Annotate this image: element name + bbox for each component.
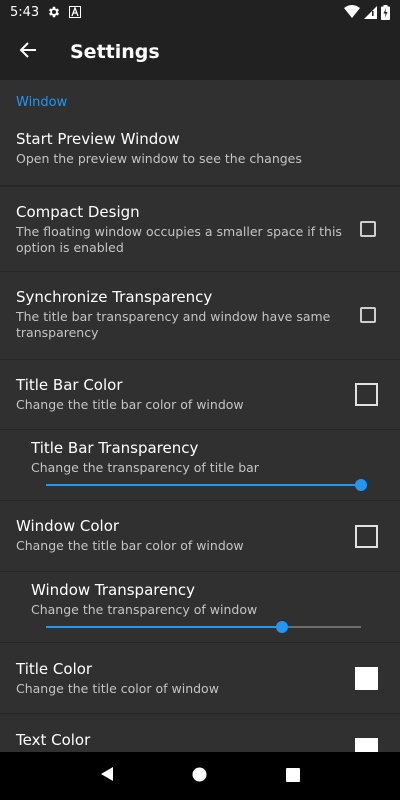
- settings-gear-icon: [47, 5, 61, 19]
- wifi-icon: [344, 5, 360, 19]
- pref-summary-line1: The floating window occupies a smaller s…: [16, 224, 342, 239]
- font-a-icon: [69, 6, 82, 18]
- window-color-swatch[interactable]: [355, 525, 378, 548]
- pref-summary-line2: option is enabled: [16, 240, 124, 255]
- pref-summary: Open the preview window to see the chang…: [16, 151, 302, 166]
- nav-back-button[interactable]: [83, 752, 131, 800]
- text-color-swatch[interactable]: [355, 738, 378, 752]
- triangle-back-icon: [100, 766, 114, 786]
- nav-home-button[interactable]: [176, 752, 224, 800]
- pref-window-transparency[interactable]: Window Transparency Change the transpare…: [0, 572, 400, 643]
- compact-design-checkbox[interactable]: [360, 221, 376, 237]
- pref-title: Window Transparency: [31, 581, 195, 599]
- pref-title: Start Preview Window: [16, 130, 180, 148]
- pref-summary: Change the title bar color of window: [16, 538, 244, 553]
- pref-start-preview-window[interactable]: Start Preview Window Open the preview wi…: [0, 124, 400, 186]
- pref-summary: Change the transparency of title bar: [31, 460, 259, 475]
- pref-window-color[interactable]: Window Color Change the title bar color …: [0, 501, 400, 572]
- status-time: 5:43: [10, 4, 40, 20]
- pref-title-bar-color[interactable]: Title Bar Color Change the title bar col…: [0, 360, 400, 430]
- battery-charging-icon: [381, 4, 390, 20]
- circle-home-icon: [192, 767, 207, 786]
- pref-text-color[interactable]: Text Color: [0, 714, 400, 752]
- status-bar: 5:43: [0, 0, 400, 24]
- square-recents-icon: [286, 767, 301, 786]
- category-header-window: Window: [16, 95, 68, 110]
- pref-title: Compact Design: [16, 203, 140, 221]
- pref-title: Title Color: [16, 660, 93, 678]
- arrow-back-icon: [19, 41, 37, 63]
- slider-thumb[interactable]: [276, 621, 289, 633]
- slider-thumb[interactable]: [355, 479, 367, 491]
- pref-title: Text Color: [16, 731, 91, 749]
- pref-summary: Change the title bar color of window: [16, 397, 244, 412]
- sync-transparency-checkbox[interactable]: [360, 307, 376, 323]
- slider-fill: [46, 626, 283, 628]
- pref-compact-design[interactable]: Compact Design The floating window occup…: [0, 186, 400, 272]
- pref-title: Title Bar Transparency: [31, 439, 199, 457]
- pref-title: Window Color: [16, 517, 120, 535]
- title-bar-color-swatch[interactable]: [355, 383, 378, 406]
- pref-summary: Change the title color of window: [16, 681, 219, 696]
- pref-summary: Change the transparency of window: [31, 602, 258, 617]
- pref-summary-line2: transparency: [16, 325, 99, 340]
- pref-title-color[interactable]: Title Color Change the title color of wi…: [0, 643, 400, 714]
- pref-title: Synchronize Transparency: [16, 288, 213, 306]
- settings-list[interactable]: Window Start Preview Window Open the pre…: [0, 80, 400, 752]
- slider-fill: [46, 484, 361, 486]
- pref-title-bar-transparency[interactable]: Title Bar Transparency Change the transp…: [0, 430, 400, 501]
- system-nav-bar: [0, 752, 400, 800]
- back-button[interactable]: [0, 24, 56, 80]
- nav-recents-button[interactable]: [269, 752, 317, 800]
- title-bar-transparency-slider[interactable]: [46, 479, 367, 491]
- pref-synchronize-transparency[interactable]: Synchronize Transparency The title bar t…: [0, 272, 400, 360]
- app-bar: Settings: [0, 24, 400, 80]
- title-color-swatch[interactable]: [355, 667, 378, 690]
- cellular-signal-icon: [364, 5, 377, 19]
- pref-title: Title Bar Color: [16, 376, 123, 394]
- pref-summary-line1: The title bar transparency and window ha…: [16, 309, 331, 324]
- window-transparency-slider[interactable]: [46, 621, 361, 633]
- page-title: Settings: [70, 41, 160, 63]
